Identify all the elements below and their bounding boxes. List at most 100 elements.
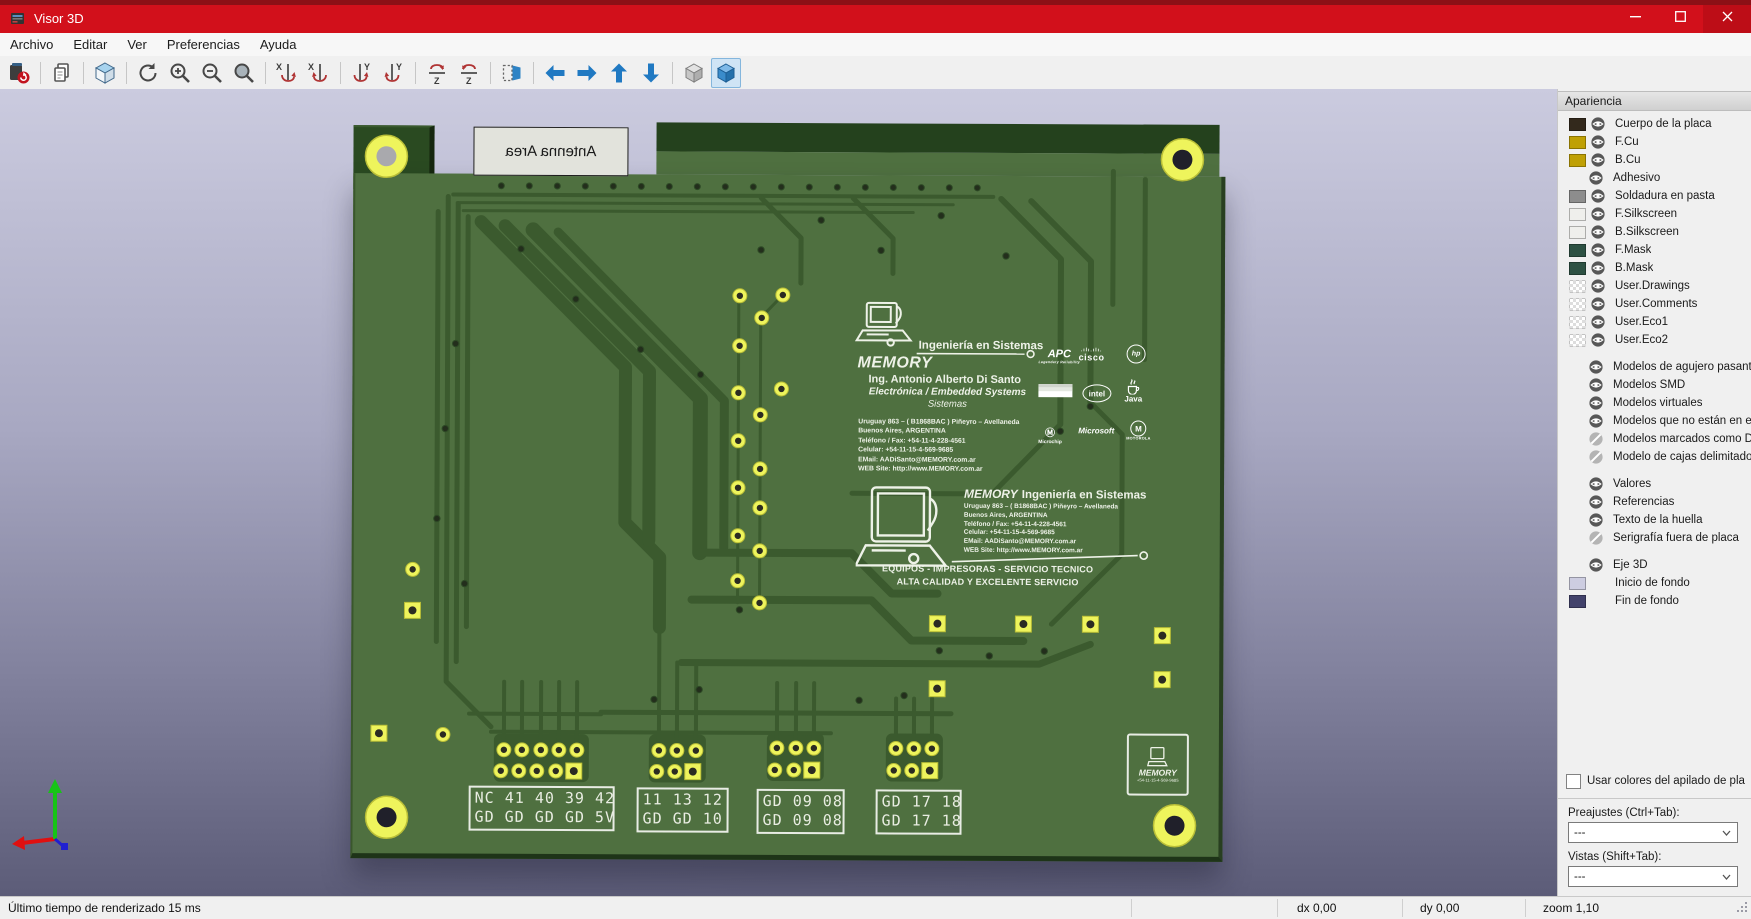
color-swatch[interactable] [1569,190,1586,203]
visibility-eye-off-icon[interactable] [1589,450,1603,464]
maximize-button[interactable] [1658,0,1703,33]
visibility-eye-icon[interactable] [1591,153,1605,167]
visibility-eye-icon[interactable] [1591,315,1605,329]
visibility-eye-icon[interactable] [1591,207,1605,221]
appearance-row[interactable]: B.Mask [1558,259,1751,277]
color-swatch[interactable] [1569,298,1586,311]
appearance-row[interactable]: B.Silkscreen [1558,223,1751,241]
color-swatch[interactable] [1569,244,1586,257]
appearance-row[interactable]: Referencias [1558,493,1751,511]
appearance-row[interactable]: User.Drawings [1558,277,1751,295]
silk1-brand: MEMORY [858,354,933,372]
appearance-row[interactable]: Adhesivo [1558,169,1751,187]
stackup-colors-checkbox[interactable] [1566,774,1581,789]
appearance-row[interactable]: Fin de fondo [1558,592,1751,610]
appearance-row[interactable]: B.Cu [1558,151,1751,169]
visibility-eye-icon[interactable] [1591,279,1605,293]
appearance-row[interactable]: User.Comments [1558,295,1751,313]
menu-item-editar[interactable]: Editar [63,33,117,56]
visibility-eye-off-icon[interactable] [1589,432,1603,446]
rotate-x-cw-icon[interactable]: X [272,58,302,88]
app-icon[interactable] [10,11,26,27]
rotate-x-ccw-icon[interactable]: X [304,58,334,88]
visibility-eye-icon[interactable] [1591,243,1605,257]
presets-dropdown[interactable]: --- [1568,822,1738,843]
color-swatch[interactable] [1569,226,1586,239]
color-swatch[interactable] [1569,262,1586,275]
views-dropdown[interactable]: --- [1568,866,1738,887]
visibility-eye-icon[interactable] [1591,333,1605,347]
visibility-eye-icon[interactable] [1589,414,1603,428]
visibility-eye-icon[interactable] [1589,495,1603,509]
visibility-eye-icon[interactable] [1589,171,1603,185]
3d-viewport[interactable]: Antenna Area Ingeniería en Sistemas [0,89,1557,897]
appearance-row[interactable]: Modelos de agujero pasant [1558,358,1751,376]
visibility-eye-icon[interactable] [1591,135,1605,149]
visibility-eye-icon[interactable] [1591,261,1605,275]
color-swatch[interactable] [1569,316,1586,329]
flip-board-icon[interactable] [497,58,527,88]
appearance-row[interactable]: Valores [1558,475,1751,493]
appearance-row[interactable]: Modelo de cajas delimitado [1558,448,1751,466]
move-left-icon[interactable] [540,58,570,88]
rotate-y-cw-icon[interactable]: Y [347,58,377,88]
color-swatch[interactable] [1569,208,1586,221]
appearance-row[interactable]: Modelos virtuales [1558,394,1751,412]
visibility-eye-icon[interactable] [1589,396,1603,410]
appearance-row[interactable]: F.Silkscreen [1558,205,1751,223]
perspective-view-icon[interactable] [711,58,741,88]
appearance-row[interactable]: Modelos marcados como DN [1558,430,1751,448]
appearance-row[interactable]: Soldadura en pasta [1558,187,1751,205]
zoom-in-icon[interactable] [165,58,195,88]
appearance-row[interactable]: F.Mask [1558,241,1751,259]
appearance-row[interactable]: F.Cu [1558,133,1751,151]
color-swatch[interactable] [1569,118,1586,131]
move-down-icon[interactable] [636,58,666,88]
visibility-eye-icon[interactable] [1589,558,1603,572]
close-button[interactable] [1703,0,1751,33]
zoom-out-icon[interactable] [197,58,227,88]
visibility-eye-icon[interactable] [1589,513,1603,527]
appearance-row[interactable]: User.Eco1 [1558,313,1751,331]
visibility-eye-off-icon[interactable] [1589,531,1603,545]
redraw-icon[interactable] [133,58,163,88]
rotate-z-ccw-icon[interactable]: Z [454,58,484,88]
render-3d-icon[interactable] [90,58,120,88]
appearance-row[interactable]: Serigrafía fuera de placa [1558,529,1751,547]
appearance-row[interactable]: Modelos que no están en el [1558,412,1751,430]
visibility-eye-icon[interactable] [1591,189,1605,203]
visibility-eye-icon[interactable] [1591,225,1605,239]
minimize-button[interactable] [1613,0,1658,33]
move-up-icon[interactable] [604,58,634,88]
ortho-view-icon[interactable] [679,58,709,88]
copy-image-icon[interactable] [47,58,77,88]
color-swatch[interactable] [1569,595,1586,608]
color-swatch[interactable] [1569,154,1586,167]
visibility-eye-icon[interactable] [1589,477,1603,491]
appearance-row[interactable]: Modelos SMD [1558,376,1751,394]
appearance-row[interactable]: Eje 3D [1558,556,1751,574]
rotate-z-cw-icon[interactable]: Z [422,58,452,88]
visibility-eye-icon[interactable] [1589,360,1603,374]
color-swatch[interactable] [1569,577,1586,590]
appearance-row[interactable]: Texto de la huella [1558,511,1751,529]
color-swatch[interactable] [1569,280,1586,293]
visibility-eye-icon[interactable] [1591,297,1605,311]
color-swatch[interactable] [1569,334,1586,347]
menu-item-preferencias[interactable]: Preferencias [157,33,250,56]
visibility-eye-icon[interactable] [1591,117,1605,131]
rotate-y-ccw-icon[interactable]: Y [379,58,409,88]
menu-item-ver[interactable]: Ver [117,33,157,56]
color-swatch[interactable] [1569,136,1586,149]
resize-grip[interactable] [1736,901,1749,917]
stackup-colors-checkbox-row[interactable]: Usar colores del apilado de pla [1558,773,1751,789]
visibility-eye-icon[interactable] [1589,378,1603,392]
appearance-row[interactable]: Cuerpo de la placa [1558,115,1751,133]
reload-board-icon[interactable] [4,58,34,88]
menu-item-archivo[interactable]: Archivo [0,33,63,56]
menu-item-ayuda[interactable]: Ayuda [250,33,307,56]
appearance-row[interactable]: User.Eco2 [1558,331,1751,349]
zoom-fit-icon[interactable] [229,58,259,88]
appearance-row[interactable]: Inicio de fondo [1558,574,1751,592]
move-right-icon[interactable] [572,58,602,88]
